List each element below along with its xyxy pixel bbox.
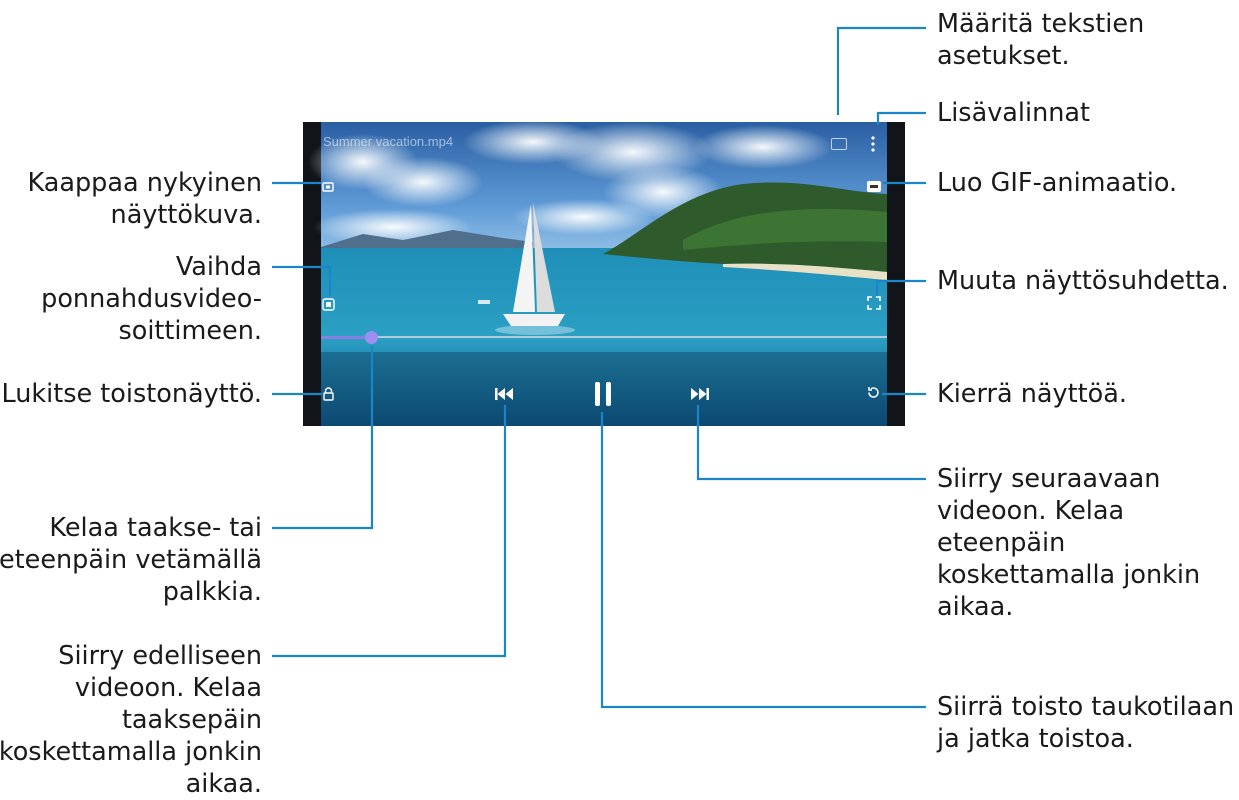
video-title: Summer vacation.mp4 <box>323 134 454 149</box>
leader-pause <box>600 412 926 709</box>
gif-icon[interactable] <box>866 180 882 193</box>
subtitles-icon[interactable] <box>831 138 847 150</box>
callout-subtitles: Määritä tekstien asetukset. <box>937 9 1145 71</box>
pause-icon[interactable] <box>592 381 614 407</box>
lock-icon[interactable] <box>322 387 335 401</box>
callout-screen-ratio: Muuta näyttösuhdetta. <box>937 266 1229 296</box>
capture-icon[interactable] <box>321 180 335 194</box>
callout-pause: Siirrä toisto taukotilaan ja jatka toist… <box>937 692 1235 754</box>
callout-previous: Siirry edelliseen videoon. Kelaa taaksep… <box>0 641 262 799</box>
leader-subtitles <box>836 26 926 115</box>
screen-ratio-icon[interactable] <box>867 296 881 310</box>
leader-previous <box>272 405 507 658</box>
callout-gif: Luo GIF-animaatio. <box>937 168 1178 198</box>
previous-icon[interactable] <box>494 387 514 401</box>
callout-rotate: Kierrä näyttöä. <box>937 379 1127 409</box>
callout-next: Siirry seuraavaan videoon. Kelaa eteenpä… <box>937 464 1201 622</box>
callout-capture: Kaappaa nykyinen näyttökuva. <box>27 168 262 230</box>
progress-fill <box>321 336 372 339</box>
more-options-icon[interactable] <box>870 135 876 153</box>
callout-lock: Lukitse toistonäyttö. <box>1 379 262 409</box>
next-icon[interactable] <box>690 387 710 401</box>
callout-scrub: Kelaa taakse- tai eteenpäin vetämällä pa… <box>0 513 262 607</box>
callout-popup: Vaihda ponnahdusvideo- soittimeen. <box>41 252 262 346</box>
rotate-icon[interactable] <box>866 385 881 400</box>
callout-more-options: Lisävalinnat <box>937 98 1091 128</box>
popup-icon[interactable] <box>322 298 335 311</box>
video-player-screen: Summer vacation.mp4 <box>303 122 905 426</box>
